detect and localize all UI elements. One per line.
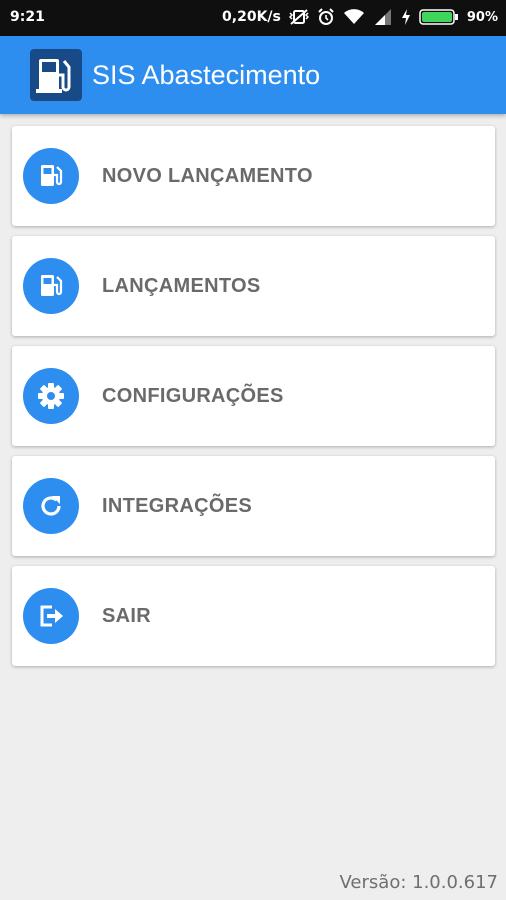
gear-icon [23, 368, 79, 424]
menu-item-sair[interactable]: SAIR [12, 566, 495, 666]
status-bar: 9:21 0,20K/s 90% [0, 0, 506, 36]
menu-item-label: SAIR [102, 605, 151, 627]
fuel-pump-icon [30, 49, 82, 101]
status-icons: 0,20K/s 90% [222, 8, 498, 26]
battery-icon [419, 9, 459, 25]
wifi-icon [343, 9, 365, 25]
network-speed: 0,20K/s [222, 9, 281, 25]
menu-item-novo-lancamento[interactable]: NOVO LANÇAMENTO [12, 126, 495, 226]
exit-icon [23, 588, 79, 644]
battery-percent: 90% [466, 9, 498, 25]
status-time: 9:21 [10, 9, 45, 25]
menu-item-label: INTEGRAÇÕES [102, 495, 252, 517]
signal-icon [373, 9, 393, 25]
app-version: Versão: 1.0.0.617 [339, 872, 498, 893]
vibrate-off-icon [288, 8, 309, 26]
fuel-pump-icon [23, 148, 79, 204]
refresh-icon [23, 478, 79, 534]
app-title: SIS Abastecimento [92, 60, 321, 90]
app-bar: SIS Abastecimento [0, 36, 506, 114]
menu-item-lancamentos[interactable]: LANÇAMENTOS [12, 236, 495, 336]
fuel-pump-icon [23, 258, 79, 314]
menu-item-label: CONFIGURAÇÕES [102, 385, 284, 407]
menu-item-integracoes[interactable]: INTEGRAÇÕES [12, 456, 495, 556]
menu-item-label: NOVO LANÇAMENTO [102, 165, 313, 187]
menu-item-configuracoes[interactable]: CONFIGURAÇÕES [12, 346, 495, 446]
charging-icon [401, 9, 411, 25]
menu-item-label: LANÇAMENTOS [102, 275, 261, 297]
alarm-icon [317, 8, 335, 26]
